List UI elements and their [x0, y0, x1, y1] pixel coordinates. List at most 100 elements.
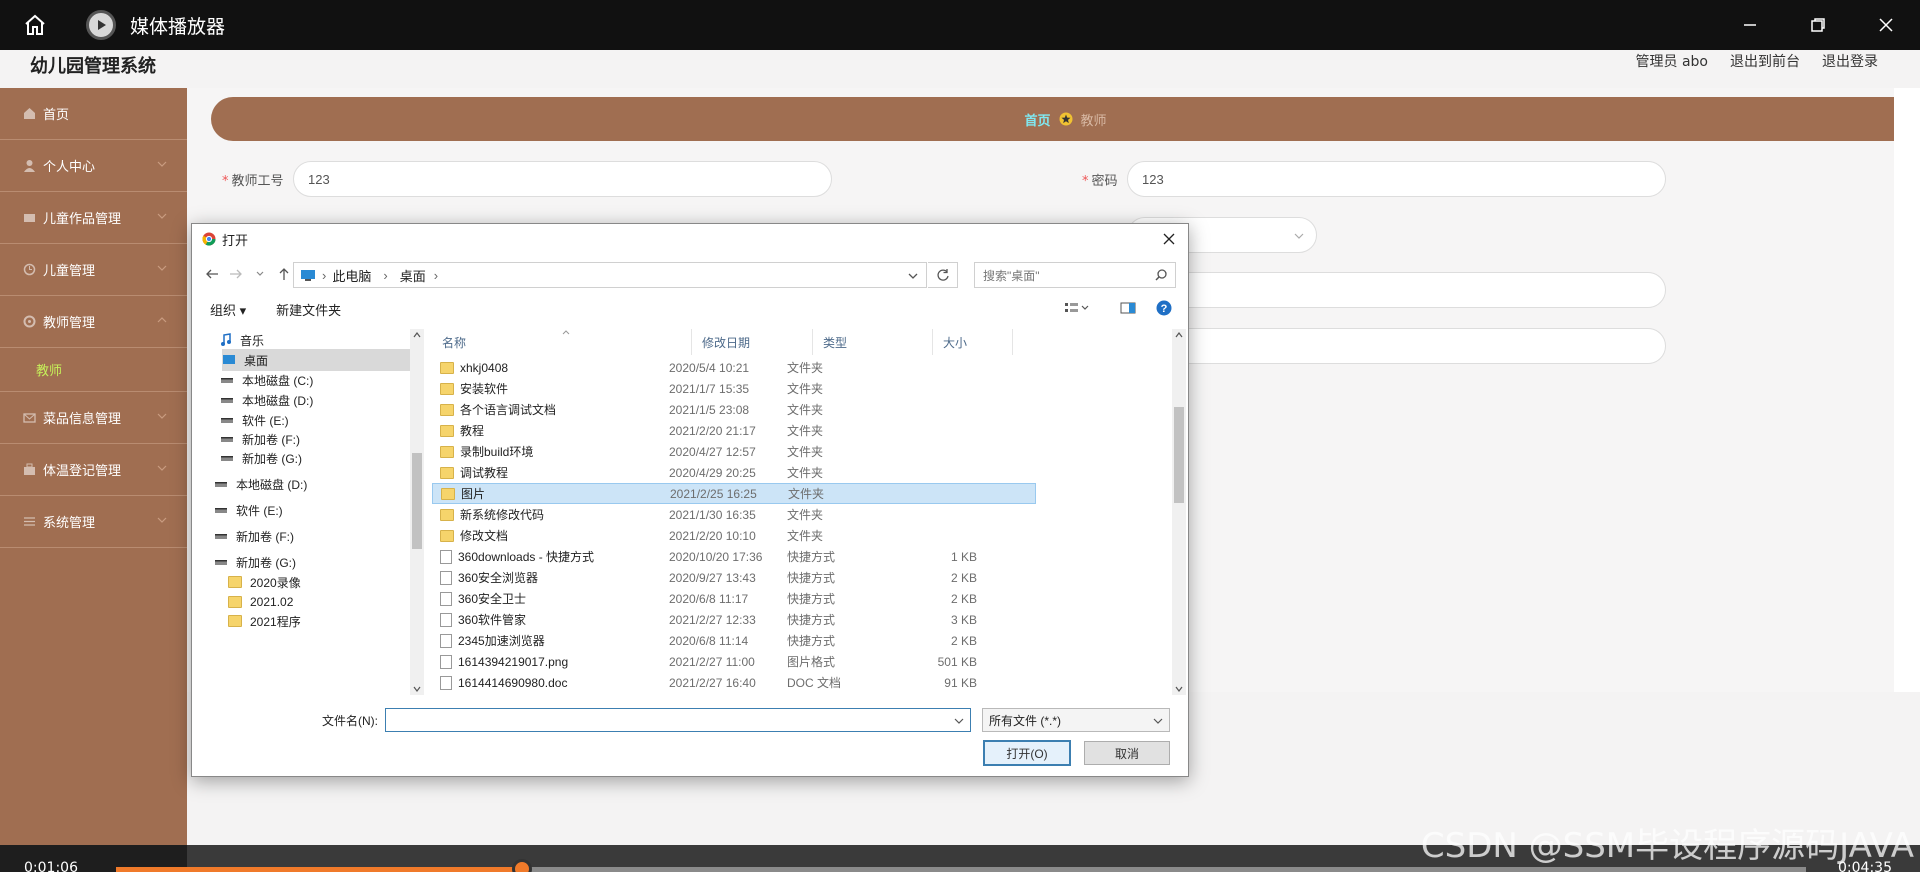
file-date: 2020/5/4 10:21 [669, 360, 750, 375]
back-button[interactable] [200, 262, 224, 286]
file-row[interactable]: 2345加速浏览器 2020/6/8 11:14 快捷方式 2 KB [432, 630, 1036, 651]
restore-button[interactable] [1784, 0, 1852, 50]
tree-item[interactable]: 新加卷 (F:) [214, 525, 410, 547]
refresh-button[interactable] [928, 262, 958, 288]
drive-icon [214, 505, 228, 515]
filetype-select[interactable]: 所有文件 (*.*) [982, 708, 1170, 732]
text-input[interactable] [1127, 328, 1666, 364]
breadcrumb-this-pc[interactable]: 此电脑 [332, 266, 371, 285]
back-to-front-link[interactable]: 退出到前台 [1730, 51, 1800, 71]
file-size: 3 KB [950, 612, 977, 627]
tree-scrollbar[interactable] [410, 329, 424, 695]
tree-item[interactable]: 软件 (E:) [214, 499, 410, 521]
forward-button[interactable] [224, 262, 248, 286]
file-name: 新系统修改代码 [460, 508, 545, 522]
filename-input[interactable] [385, 708, 971, 732]
recent-dropdown[interactable] [248, 262, 272, 286]
file-name: 修改文档 [460, 529, 509, 543]
address-bar[interactable]: › 此电脑 › 桌面 › [293, 262, 927, 288]
column-name[interactable]: 名称 [432, 329, 692, 355]
sidebar-item-children[interactable]: 儿童管理 [0, 244, 187, 296]
new-folder-button[interactable]: 新建文件夹 [276, 300, 341, 319]
tree-item[interactable]: 本地磁盘 (D:) [214, 473, 410, 495]
sidebar-item-dishes[interactable]: 菜品信息管理 [0, 392, 187, 444]
tree-item-label: 新加卷 (F:) [242, 432, 300, 447]
file-row[interactable]: 360安全卫士 2020/6/8 11:17 快捷方式 2 KB [432, 588, 1036, 609]
sidebar-subitem-teacher[interactable]: 教师 [0, 348, 187, 392]
tree-item-label: 2021程序 [250, 614, 301, 629]
file-size: 2 KB [950, 570, 977, 585]
preview-pane-icon [1120, 302, 1136, 314]
column-size[interactable]: 大小 [933, 329, 1013, 355]
home-button[interactable] [0, 0, 70, 50]
tree-item[interactable]: 桌面 [222, 349, 410, 371]
close-button[interactable] [1852, 0, 1920, 50]
file-row[interactable]: 教程 2021/2/20 21:17 文件夹 [432, 420, 1036, 441]
dialog-close-button[interactable] [1154, 226, 1184, 252]
organize-button[interactable]: 组织 ▾ [210, 300, 246, 319]
file-row[interactable]: xhkj0408 2020/5/4 10:21 文件夹 [432, 357, 1036, 378]
sidebar-item-personal-center[interactable]: 个人中心 [0, 140, 187, 192]
folder-icon [228, 576, 242, 588]
tree-item[interactable]: 音乐 [220, 329, 410, 351]
admin-user-link[interactable]: 管理员 abo [1636, 51, 1708, 71]
logout-link[interactable]: 退出登录 [1822, 51, 1878, 71]
file-row[interactable]: 各个语言调试文档 2021/1/5 23:08 文件夹 [432, 399, 1036, 420]
chevron-down-icon [1153, 718, 1163, 724]
view-options-button[interactable] [1064, 302, 1090, 317]
breadcrumb-home[interactable]: 首页 [1024, 110, 1050, 129]
file-icon [440, 612, 452, 627]
music-icon [220, 333, 232, 347]
file-date: 2021/1/5 23:08 [669, 402, 750, 417]
folder-icon [228, 596, 242, 608]
column-date[interactable]: 修改日期 [692, 329, 813, 355]
file-row[interactable]: 360downloads - 快捷方式 2020/10/20 17:36 快捷方式 1… [432, 546, 1036, 567]
file-row[interactable]: 1614394219017.png 2021/2/27 11:00 图片格式 501 … [432, 651, 1036, 672]
file-row[interactable]: 录制build环境 2020/4/27 12:57 文件夹 [432, 441, 1036, 462]
preview-pane-button[interactable] [1120, 302, 1136, 317]
tree-item[interactable]: 新加卷 (G:) [214, 551, 410, 573]
file-row[interactable]: 360软件管家 2021/2/27 12:33 快捷方式 3 KB [432, 609, 1036, 630]
cancel-button[interactable]: 取消 [1084, 741, 1170, 765]
file-row[interactable]: 360安全浏览器 2020/9/27 13:43 快捷方式 2 KB [432, 567, 1036, 588]
help-button[interactable]: ? [1156, 300, 1172, 319]
file-list-scrollbar[interactable] [1172, 329, 1186, 695]
tree-item[interactable]: 2021程序 [228, 610, 410, 632]
tree-item-label: 本地磁盘 (C:) [242, 373, 314, 388]
tree-item[interactable]: 本地磁盘 (C:) [220, 369, 410, 391]
scroll-up-icon [413, 332, 421, 338]
sidebar-item-children-works[interactable]: 儿童作品管理 [0, 192, 187, 244]
tree-item[interactable]: 新加卷 (G:) [220, 447, 410, 469]
sidebar-item-system[interactable]: 系统管理 [0, 496, 187, 548]
search-input[interactable]: 搜索"桌面" [974, 262, 1176, 288]
scroll-up-icon [1175, 332, 1183, 338]
file-row[interactable]: 图片 2021/2/25 16:25 文件夹 [432, 483, 1036, 504]
chrome-icon [202, 232, 216, 246]
folder-icon [440, 445, 454, 458]
close-icon [1879, 18, 1893, 32]
file-row[interactable]: 调试教程 2020/4/29 20:25 文件夹 [432, 462, 1036, 483]
open-button[interactable]: 打开(O) [983, 740, 1071, 766]
dialog-toolbar: 组织 ▾ 新建文件夹 ? [192, 294, 1188, 324]
breadcrumb-desktop[interactable]: 桌面 [400, 266, 426, 285]
file-row[interactable]: 安装软件 2021/1/7 15:35 文件夹 [432, 378, 1036, 399]
file-row[interactable]: 1614414690980.doc 2021/2/27 16:40 DOC 文档 91… [432, 672, 1036, 693]
help-icon: ? [1156, 300, 1172, 316]
sidebar-item-temperature[interactable]: 体温登记管理 [0, 444, 187, 496]
seek-bar[interactable] [116, 859, 1806, 872]
tree-item[interactable]: 2020录像 [228, 571, 410, 593]
sidebar-item-home[interactable]: 首页 [0, 88, 187, 140]
column-type[interactable]: 类型 [813, 329, 933, 355]
sidebar-item-teachers[interactable]: 教师管理 [0, 296, 187, 348]
file-size: 91 KB [944, 675, 977, 690]
file-row[interactable]: 修改文档 2021/2/20 10:10 文件夹 [432, 525, 1036, 546]
seek-handle[interactable] [511, 859, 532, 872]
svg-text:?: ? [1161, 303, 1168, 315]
phone-input[interactable]: 3525 [1127, 272, 1666, 308]
minimize-button[interactable] [1716, 0, 1784, 50]
player-logo-icon [86, 10, 116, 40]
teacher-id-input[interactable]: 123 [293, 161, 832, 197]
file-row[interactable]: 新系统修改代码 2021/1/30 16:35 文件夹 [432, 504, 1036, 525]
tree-item[interactable]: 本地磁盘 (D:) [220, 389, 410, 411]
password-input[interactable]: 123 [1127, 161, 1666, 197]
